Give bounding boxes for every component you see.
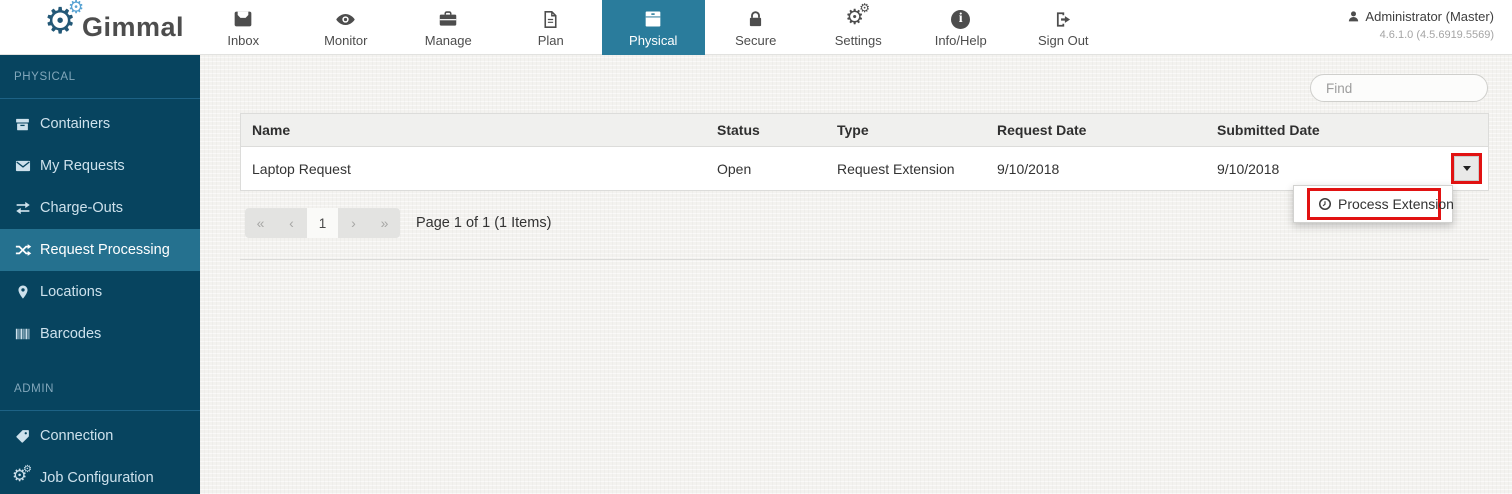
find-input[interactable]: [1310, 74, 1488, 102]
nav-label: Info/Help: [935, 33, 987, 48]
nav-item-info-help[interactable]: i Info/Help: [910, 0, 1013, 55]
row-actions-dropdown-button[interactable]: [1454, 156, 1479, 181]
sidebar-item-label: Request Processing: [40, 242, 170, 258]
nav-item-plan[interactable]: Plan: [500, 0, 603, 55]
nav-label: Monitor: [324, 33, 367, 48]
sidebar-section-admin: ADMIN: [0, 367, 200, 411]
annotation-highlight-dropdown: [1451, 153, 1482, 184]
content-divider: [240, 259, 1489, 260]
swap-arrows-icon: [13, 199, 32, 218]
nav-label: Manage: [425, 33, 472, 48]
briefcase-icon: [437, 7, 459, 31]
sidebar-item-label: My Requests: [40, 158, 125, 174]
sidebar-item-label: Containers: [40, 116, 110, 132]
gimmal-gears-icon: ⚙ ⚙: [44, 7, 86, 47]
sidebar-item-connection[interactable]: Connection: [0, 415, 200, 457]
gears-icon: ⚙⚙: [845, 7, 871, 31]
nav-label: Physical: [629, 33, 677, 48]
nav-item-inbox[interactable]: Inbox: [192, 0, 295, 55]
sidebar-item-charge-outs[interactable]: Charge-Outs: [0, 187, 200, 229]
logo-text: Gimmal: [82, 7, 184, 47]
pagination-summary: Page 1 of 1 (1 Items): [416, 208, 551, 238]
row-actions-menu: Process Extension: [1293, 185, 1453, 223]
gimmal-logo[interactable]: ⚙ ⚙ Gimmal: [44, 7, 184, 47]
inbox-icon: [232, 7, 254, 31]
sidebar-item-containers[interactable]: Containers: [0, 103, 200, 145]
barcode-icon: [13, 325, 32, 344]
container-icon: [13, 115, 32, 134]
sidebar-item-label: Barcodes: [40, 326, 101, 342]
pagination-first-button[interactable]: «: [245, 208, 276, 238]
pagination-controls: « ‹ 1 › »: [245, 208, 400, 238]
cell-submitted-date: 9/10/2018: [1206, 161, 1421, 177]
gimmal-app: ⚙ ⚙ Gimmal Inbox Monitor: [0, 0, 1512, 494]
app-version: 4.6.1.0 (4.5.6919.5569): [1347, 29, 1494, 41]
sidebar-item-label: Job Configuration: [40, 470, 154, 486]
table-row[interactable]: Laptop Request Open Request Extension 9/…: [241, 147, 1488, 190]
column-header-type[interactable]: Type: [826, 122, 986, 138]
cell-actions: [1421, 153, 1488, 184]
sidebar-section-physical: PHYSICAL: [0, 55, 200, 99]
user-label: Administrator (Master): [1365, 9, 1494, 24]
nav-label: Plan: [538, 33, 564, 48]
sidebar: PHYSICAL Containers My Requests Charge-O…: [0, 55, 200, 494]
sign-out-icon: [1053, 7, 1074, 31]
sidebar-item-barcodes[interactable]: Barcodes: [0, 313, 200, 355]
top-nav-menu: Inbox Monitor Manage Plan: [192, 0, 1115, 55]
envelope-icon: [13, 157, 32, 176]
nav-label: Secure: [735, 33, 776, 48]
sidebar-item-request-processing[interactable]: Request Processing: [0, 229, 200, 271]
pagination-page-1-button[interactable]: 1: [307, 208, 338, 238]
user-menu[interactable]: Administrator (Master): [1347, 9, 1494, 24]
sidebar-item-my-requests[interactable]: My Requests: [0, 145, 200, 187]
nav-label: Settings: [835, 33, 882, 48]
menu-item-label: Process Extension: [1338, 196, 1454, 212]
nav-item-settings[interactable]: ⚙⚙ Settings: [807, 0, 910, 55]
column-header-submitted-date[interactable]: Submitted Date: [1206, 122, 1421, 138]
sidebar-item-label: Locations: [40, 284, 102, 300]
nav-label: Sign Out: [1038, 33, 1089, 48]
shuffle-icon: [13, 241, 32, 260]
cell-status: Open: [706, 161, 826, 177]
user-area: Administrator (Master) 4.6.1.0 (4.5.6919…: [1347, 9, 1494, 41]
user-icon: [1347, 10, 1360, 23]
requests-table: Name Status Type Request Date Submitted …: [240, 113, 1489, 191]
main-content: Name Status Type Request Date Submitted …: [200, 55, 1512, 494]
column-header-status[interactable]: Status: [706, 122, 826, 138]
nav-item-physical[interactable]: Physical: [602, 0, 705, 55]
nav-label: Inbox: [227, 33, 259, 48]
sidebar-item-label: Charge-Outs: [40, 200, 123, 216]
nav-item-sign-out[interactable]: Sign Out: [1012, 0, 1115, 55]
eye-icon: [334, 7, 357, 31]
sidebar-item-locations[interactable]: Locations: [0, 271, 200, 313]
sidebar-item-job-configuration[interactable]: ⚙⚙ Job Configuration: [0, 457, 200, 494]
nav-item-secure[interactable]: Secure: [705, 0, 808, 55]
map-pin-icon: [13, 283, 32, 302]
nav-item-manage[interactable]: Manage: [397, 0, 500, 55]
pagination-last-button[interactable]: »: [369, 208, 400, 238]
top-navigation-bar: ⚙ ⚙ Gimmal Inbox Monitor: [0, 0, 1512, 55]
gears-icon: ⚙⚙: [13, 469, 32, 488]
sidebar-item-label: Connection: [40, 428, 113, 444]
chevron-down-icon: [1463, 166, 1471, 171]
pagination-next-button[interactable]: ›: [338, 208, 369, 238]
table-header-row: Name Status Type Request Date Submitted …: [241, 114, 1488, 147]
annotation-highlight-menu-item: Process Extension: [1307, 188, 1441, 220]
cell-type: Request Extension: [826, 161, 986, 177]
pagination-prev-button[interactable]: ‹: [276, 208, 307, 238]
clock-icon: [1318, 197, 1332, 211]
cell-name: Laptop Request: [241, 161, 706, 177]
archive-box-icon: [642, 7, 664, 31]
document-icon: [540, 7, 561, 31]
info-icon: i: [951, 7, 970, 31]
column-header-request-date[interactable]: Request Date: [986, 122, 1206, 138]
lock-icon: [745, 7, 766, 31]
tag-icon: [13, 427, 32, 446]
nav-item-monitor[interactable]: Monitor: [295, 0, 398, 55]
cell-request-date: 9/10/2018: [986, 161, 1206, 177]
menu-item-process-extension[interactable]: Process Extension: [1310, 191, 1462, 217]
column-header-name[interactable]: Name: [241, 122, 706, 138]
